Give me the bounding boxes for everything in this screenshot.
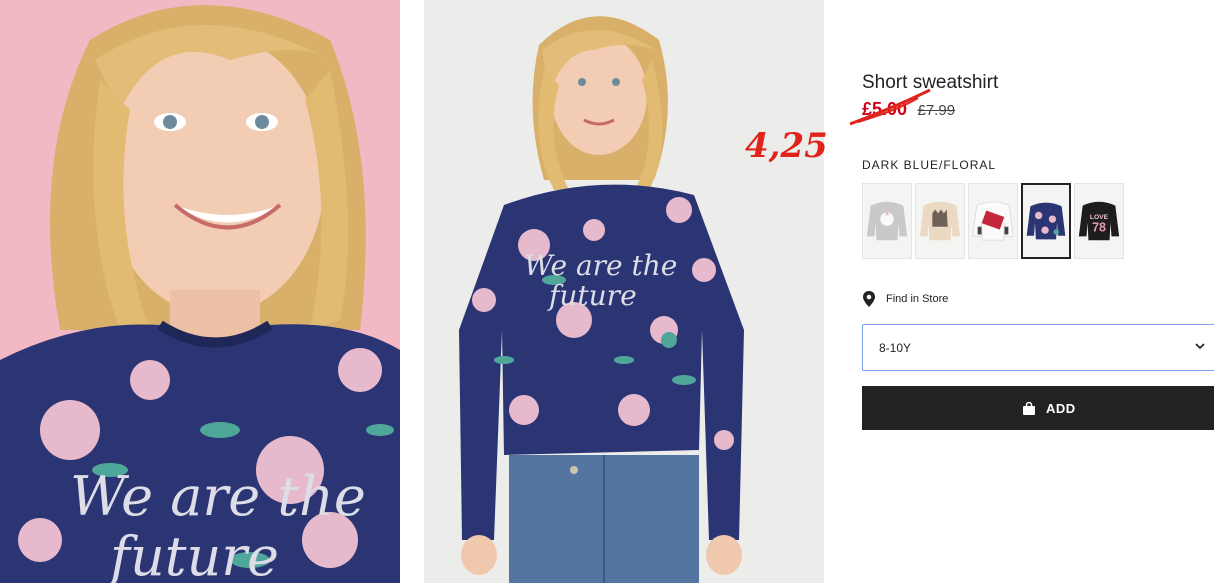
svg-text:We are the: We are the xyxy=(70,465,366,528)
swatch-white-number[interactable] xyxy=(968,183,1018,259)
swatch-grey-unicorn[interactable] xyxy=(862,183,912,259)
svg-text:We are the: We are the xyxy=(524,249,677,282)
find-in-store-link[interactable]: Find in Store xyxy=(862,291,948,307)
shopping-bag-icon xyxy=(1023,401,1035,415)
size-select[interactable]: 8-10Y xyxy=(862,324,1214,371)
chevron-down-icon xyxy=(1195,343,1205,350)
svg-text:future: future xyxy=(106,525,279,583)
black-love-sweatshirt-icon: LOVE 78 xyxy=(1075,184,1123,258)
white-number-sweatshirt-icon xyxy=(969,184,1017,258)
product-image-closeup[interactable]: We are the future xyxy=(0,0,400,583)
swatch-beige-cat[interactable] xyxy=(915,183,965,259)
svg-text:future: future xyxy=(547,279,637,312)
product-image-model[interactable]: We are the future xyxy=(424,0,824,583)
color-label: DARK BLUE/FLORAL xyxy=(862,158,997,172)
find-in-store-label: Find in Store xyxy=(886,293,949,305)
svg-text:78: 78 xyxy=(1092,221,1106,235)
strike-through-annotation xyxy=(849,88,931,126)
handwritten-price-annotation: 4,25 xyxy=(745,126,828,166)
size-select-value: 8-10Y xyxy=(879,340,912,355)
color-swatches: LOVE 78 xyxy=(862,183,1127,259)
swatch-navy-floral[interactable] xyxy=(1021,183,1071,259)
location-pin-icon xyxy=(863,291,875,307)
beige-cat-sweatshirt-icon xyxy=(916,184,964,258)
navy-floral-sweatshirt-icon xyxy=(1023,186,1069,256)
swatch-black-love[interactable]: LOVE 78 xyxy=(1074,183,1124,259)
add-to-bag-button[interactable]: ADD xyxy=(862,386,1214,430)
add-button-label: ADD xyxy=(1046,400,1076,416)
grey-unicorn-sweatshirt-icon xyxy=(863,184,911,258)
